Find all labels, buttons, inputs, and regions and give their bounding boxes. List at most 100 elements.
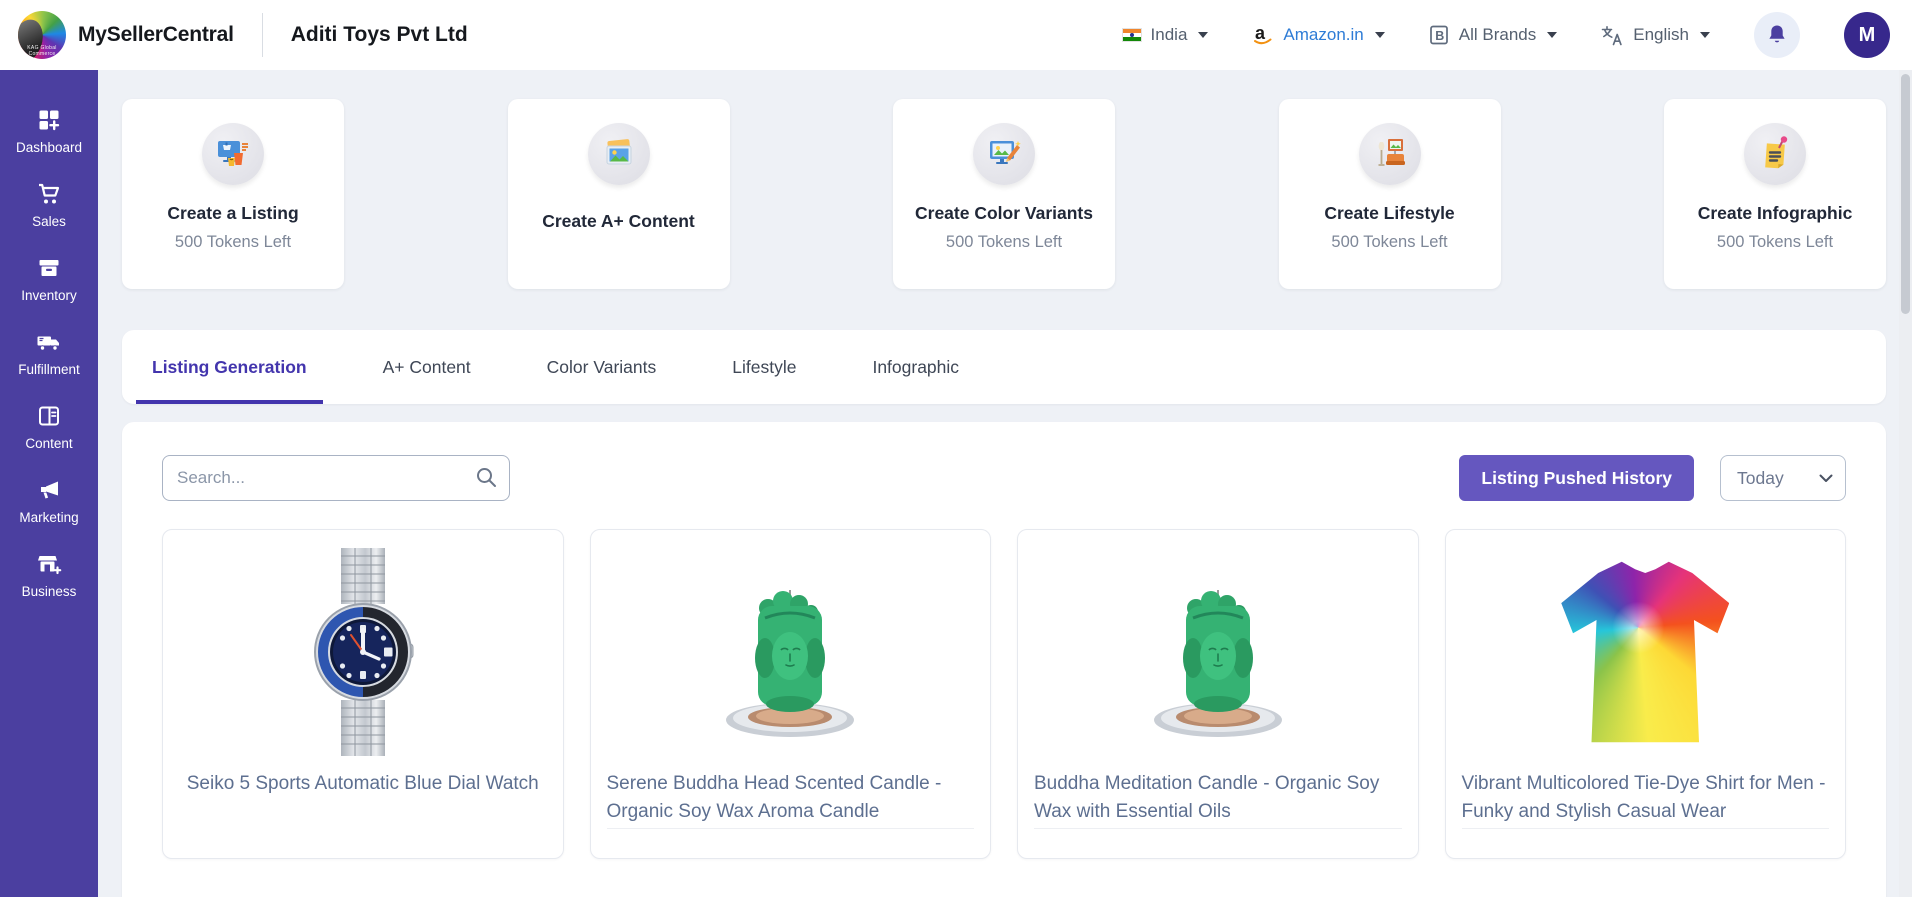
country-selector[interactable]: India [1121,25,1209,45]
create-color-variants-icon [973,123,1035,185]
brands-label: All Brands [1458,25,1537,44]
archive-box-icon [39,260,59,276]
brand-name: MySellerCentral [78,23,234,46]
layout-icon [39,406,59,426]
action-card-tokens: 500 Tokens Left [945,233,1063,251]
product-card[interactable]: Buddha Meditation Candle - Organic Soy W… [1017,529,1419,859]
cart-icon [39,183,60,204]
create-infographic-card[interactable]: Create Infographic 500 Tokens Left [1664,99,1886,289]
sidebar-item-content[interactable]: Content [0,404,98,451]
tab-lifestyle[interactable]: Lifestyle [716,330,812,404]
action-card-label: Create a Listing [167,203,299,223]
search-box [162,455,510,501]
create-lifestyle-icon [1358,123,1421,185]
chevron-down-icon [1819,474,1833,482]
notifications-button[interactable] [1754,12,1800,58]
chevron-down-icon [1198,32,1209,38]
create-color-variants-card[interactable]: Create Color Variants 500 Tokens Left [893,99,1115,289]
product-card[interactable]: Vibrant Multicolored Tie-Dye Shirt for M… [1444,529,1846,859]
storefront-icon [38,556,62,575]
dashboard-icon [39,110,60,131]
tab-aplus-content[interactable]: A+ Content [367,330,487,404]
amazon-icon: a [1254,23,1272,45]
scrollbar-thumb[interactable] [1901,74,1910,314]
brand-divider [261,13,263,57]
create-aplus-icon [587,123,650,185]
card-divider [1461,828,1829,829]
product-image-buddha-candle [1034,546,1402,758]
create-infographic-icon [1744,123,1806,185]
language-selector[interactable]: English [1601,25,1710,46]
action-card-tokens: 500 Tokens Left [1716,233,1834,251]
india-flag-icon [1121,28,1142,42]
truck-icon [37,336,59,351]
search-input[interactable] [162,455,510,501]
action-card-tokens: 500 Tokens Left [1331,233,1448,251]
sidebar-item-inventory[interactable]: Inventory [0,256,98,303]
sidebar-nav: Dashboard Sales Inventory Fulfillment Co… [0,70,98,897]
content-tabs: Listing Generation A+ Content Color Vari… [122,330,1886,404]
translate-icon [1601,25,1622,45]
create-listing-icon [202,123,264,185]
product-card[interactable]: Serene Buddha Head Scented Candle - Orga… [589,529,991,859]
user-avatar[interactable]: M [1844,12,1890,58]
create-listing-card[interactable]: Create a Listing 500 Tokens Left [122,99,344,289]
logo-caption: KAG Global Commerce [27,45,57,57]
date-filter-select[interactable]: Today [1720,455,1846,501]
chevron-down-icon [1700,32,1710,38]
product-title: Vibrant Multicolored Tie-Dye Shirt for M… [1461,773,1826,822]
company-name: Aditi Toys Pvt Ltd [290,23,468,46]
date-filter-value: Today [1737,467,1784,488]
tab-listing-generation[interactable]: Listing Generation [136,330,323,404]
product-image-watch [179,546,547,758]
create-aplus-card[interactable]: Create A+ Content [507,99,730,289]
country-label: India [1150,25,1188,44]
sidebar-item-marketing[interactable]: Marketing [0,478,98,525]
company-logo-icon: KAG Global Commerce [18,11,66,59]
product-image-tiedye-shirt [1462,546,1830,758]
megaphone-icon [41,481,58,499]
marketplace-selector[interactable]: a Amazon.in [1252,23,1385,47]
page-scrollbar[interactable] [1899,70,1912,897]
sidebar-label: Marketing [19,510,79,525]
top-header: KAG Global Commerce MySellerCentral Adit… [0,0,1912,70]
sidebar-item-dashboard[interactable]: Dashboard [0,108,98,155]
action-card-tokens: 500 Tokens Left [174,233,292,251]
product-title: Buddha Meditation Candle - Organic Soy W… [1034,773,1380,822]
tab-infographic[interactable]: Infographic [856,330,975,404]
listing-generation-panel: Listing Pushed History Today [122,422,1886,897]
sidebar-item-fulfillment[interactable]: Fulfillment [0,330,98,377]
action-card-label: Create Lifestyle [1324,203,1455,223]
search-icon [477,468,496,487]
action-card-grid: Create a Listing 500 Tokens Left Create … [122,99,1886,289]
sidebar-label: Inventory [21,288,77,303]
create-lifestyle-card[interactable]: Create Lifestyle 500 Tokens Left [1278,99,1501,289]
chevron-down-icon [1547,32,1558,38]
tab-color-variants[interactable]: Color Variants [531,330,673,404]
product-image-buddha-candle [607,546,975,758]
sidebar-label: Business [21,584,77,599]
sidebar-item-sales[interactable]: Sales [0,182,98,229]
card-divider [1034,828,1402,829]
brands-selector[interactable]: B All Brands [1429,24,1558,46]
sidebar-label: Dashboard [15,140,83,155]
product-card[interactable]: Seiko 5 Sports Automatic Blue Dial Watch [162,529,564,859]
action-card-label: Create Infographic [1697,203,1853,223]
sidebar-label: Content [25,436,73,451]
sidebar-item-business[interactable]: Business [0,552,98,599]
product-grid: Seiko 5 Sports Automatic Blue Dial Watch [162,529,1846,859]
main-content: Content Generation [98,0,1912,897]
language-label: English [1633,25,1689,44]
brands-icon: B [1429,25,1448,45]
product-title: Serene Buddha Head Scented Candle - Orga… [606,773,942,822]
svg-text:a: a [1255,23,1266,43]
svg-text:B: B [1435,29,1444,43]
listing-pushed-history-button[interactable]: Listing Pushed History [1459,455,1694,501]
brand-block[interactable]: KAG Global Commerce MySellerCentral Adit… [18,11,468,59]
action-card-label: Create Color Variants [915,203,1093,223]
sidebar-label: Fulfillment [18,362,80,377]
sidebar-label: Sales [32,214,66,229]
bell-icon [1769,25,1785,43]
product-title: Seiko 5 Sports Automatic Blue Dial Watch [186,773,539,794]
action-card-label: Create A+ Content [542,211,695,231]
